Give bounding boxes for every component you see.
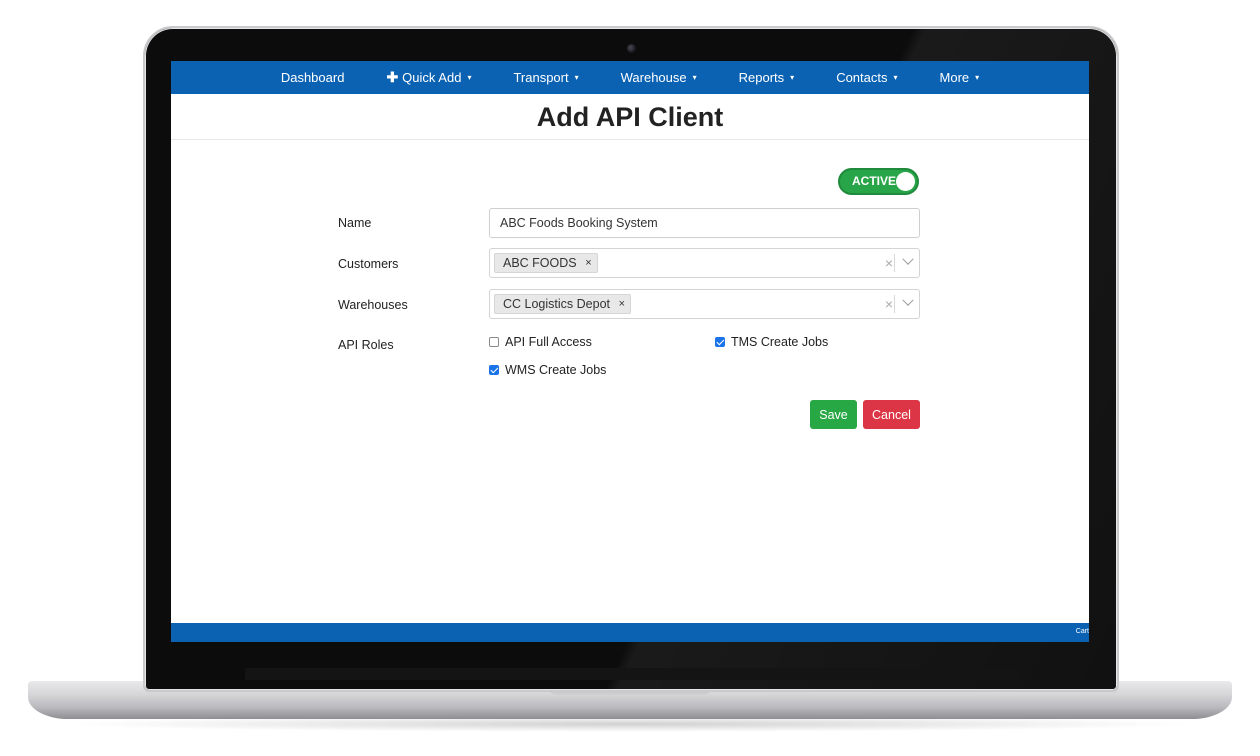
clear-icon[interactable]: × [885,255,893,271]
checkbox[interactable] [489,337,499,347]
select-separator [894,295,895,313]
nav-more[interactable]: More ▾ [919,70,1001,85]
nav-contacts[interactable]: Contacts ▾ [815,70,918,85]
cancel-button[interactable]: Cancel [863,400,920,429]
save-button[interactable]: Save [810,400,857,429]
top-navbar: Dashboard ✚ Quick Add ▾ Transport ▾ Ware… [171,61,1089,94]
nav-reports[interactable]: Reports ▾ [718,70,816,85]
caret-down-icon: ▾ [574,73,579,82]
footer-text: Cart [1075,628,1089,635]
caret-down-icon: ▾ [893,73,898,82]
customers-label: Customers [338,257,399,271]
checkbox[interactable] [715,337,725,347]
warehouse-tag: CC Logistics Depot × [494,294,631,314]
nav-warehouse[interactable]: Warehouse ▾ [600,70,718,85]
chevron-down-icon[interactable] [902,253,914,265]
name-label: Name [338,216,372,230]
select-separator [894,254,895,272]
role-api-full-access[interactable]: API Full Access [489,335,592,349]
clear-icon[interactable]: × [885,296,893,312]
name-input[interactable] [489,208,920,238]
api-roles-label: API Roles [338,338,394,352]
customer-tag-label: ABC FOODS [503,256,577,270]
footer-bar: Cart [171,623,1089,642]
role-label: WMS Create Jobs [505,363,607,377]
role-tms-create-jobs[interactable]: TMS Create Jobs [715,335,828,349]
caret-down-icon: ▾ [975,73,980,82]
caret-down-icon: ▾ [467,73,472,82]
role-label: API Full Access [505,335,592,349]
customers-select[interactable]: ABC FOODS × × [489,248,920,278]
nav-quick-add-label: Quick Add [402,70,462,85]
nav-dashboard[interactable]: Dashboard [260,70,366,85]
chevron-down-icon[interactable] [902,294,914,306]
camera-icon [627,44,636,53]
nav-quick-add[interactable]: ✚ Quick Add ▾ [365,69,492,86]
nav-more-label: More [939,70,970,85]
plus-icon: ✚ [386,69,399,85]
nav-transport-label: Transport [513,70,569,85]
active-toggle[interactable]: ACTIVE [838,168,919,195]
page-title: Add API Client [171,94,1089,140]
app-screen: Dashboard ✚ Quick Add ▾ Transport ▾ Ware… [171,61,1089,642]
active-toggle-label: ACTIVE [852,174,897,188]
warehouses-label: Warehouses [338,298,408,312]
nav-reports-label: Reports [738,70,785,85]
tag-remove-icon[interactable]: × [585,254,591,272]
caret-down-icon: ▾ [790,73,795,82]
nav-dashboard-label: Dashboard [280,70,345,85]
nav-transport[interactable]: Transport ▾ [492,70,599,85]
checkbox[interactable] [489,365,499,375]
toggle-knob [896,172,915,191]
role-wms-create-jobs[interactable]: WMS Create Jobs [489,363,606,377]
warehouses-select[interactable]: CC Logistics Depot × × [489,289,920,319]
nav-contacts-label: Contacts [836,70,888,85]
role-label: TMS Create Jobs [731,335,829,349]
warehouse-tag-label: CC Logistics Depot [503,297,610,311]
bezel-bottom [245,668,1021,680]
caret-down-icon: ▾ [692,73,697,82]
customer-tag: ABC FOODS × [494,253,598,273]
nav-warehouse-label: Warehouse [620,70,687,85]
tag-remove-icon[interactable]: × [619,295,625,313]
